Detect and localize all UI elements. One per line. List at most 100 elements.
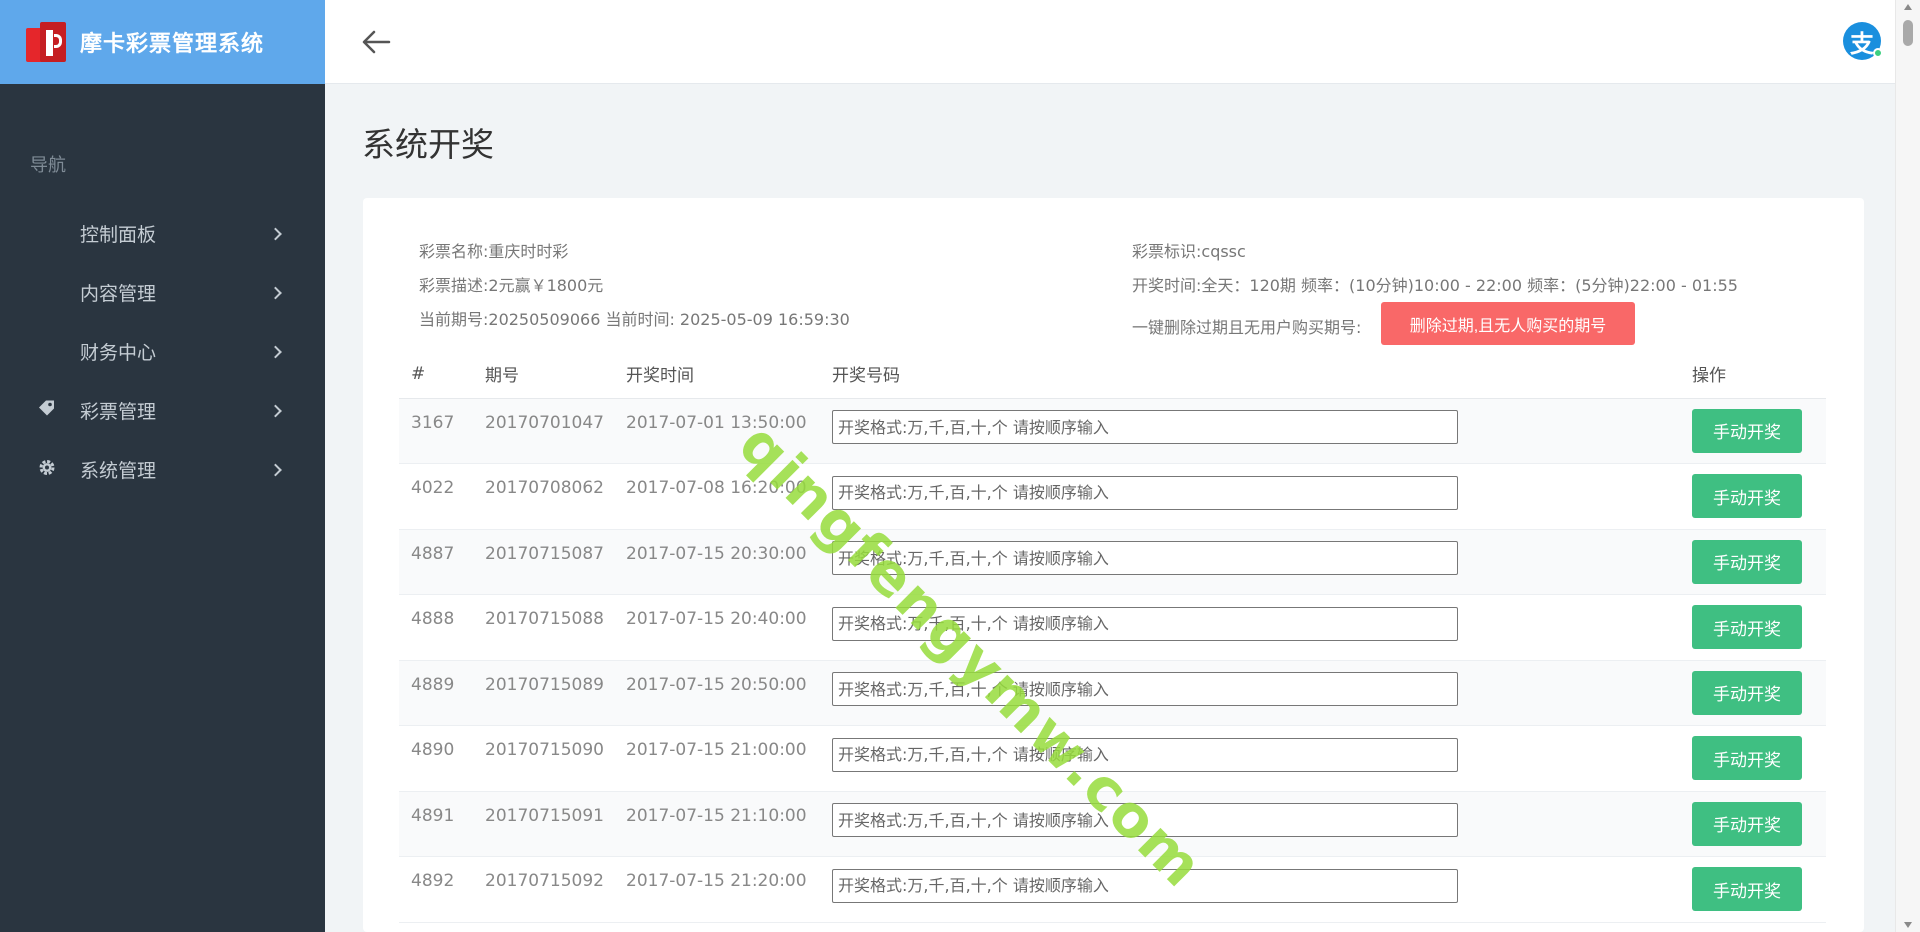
- row-id: 3167: [399, 398, 473, 464]
- row-id: 4891: [399, 791, 473, 857]
- sidebar-item-dashboard[interactable]: 控制面板: [0, 204, 325, 263]
- lottery-desc: 彩票描述:2元赢￥1800元: [419, 276, 604, 295]
- chevron-right-icon: [269, 345, 282, 358]
- vertical-scrollbar[interactable]: [1895, 0, 1920, 932]
- brand-bar[interactable]: 摩卡彩票管理系统: [0, 0, 325, 84]
- sidebar-item-finance[interactable]: 财务中心: [0, 322, 325, 381]
- draw-number-input[interactable]: [832, 475, 1458, 510]
- row-time: 2017-07-15 20:50:00: [614, 660, 820, 726]
- nav-header: 导航: [30, 155, 66, 176]
- delete-hint: 一键删除过期且无用户购买期号:: [1132, 318, 1362, 337]
- delete-expired-button[interactable]: 删除过期,且无人购买的期号: [1381, 302, 1635, 345]
- manual-draw-button[interactable]: 手动开奖: [1692, 474, 1802, 519]
- topbar: 支: [325, 0, 1895, 84]
- chevron-right-icon: [269, 286, 282, 299]
- table-header-row: # 期号 开奖时间 开奖号码 操作: [399, 350, 1826, 399]
- row-op-cell: 手动开奖: [1680, 725, 1826, 792]
- row-op-cell: 手动开奖: [1680, 594, 1826, 661]
- table-row: 4022201707080622017-07-08 16:20:00 手动开奖: [399, 463, 1826, 530]
- row-time: 2017-07-15 21:10:00: [614, 791, 820, 857]
- row-id: 4890: [399, 725, 473, 792]
- sidebar-item-label: 财务中心: [80, 342, 157, 364]
- sidebar-item-system[interactable]: 系统管理: [0, 440, 325, 499]
- logo-icon: [26, 22, 66, 62]
- table-row: 4892201707150922017-07-15 21:20:00 手动开奖: [399, 856, 1826, 923]
- lottery-name: 彩票名称:重庆时时彩: [419, 242, 569, 261]
- row-op-cell: 手动开奖: [1680, 660, 1826, 726]
- row-issue: 20170715090: [473, 725, 614, 792]
- row-op-cell: 手动开奖: [1680, 463, 1826, 530]
- row-op-cell: 手动开奖: [1680, 529, 1826, 595]
- sidebar-item-label: 控制面板: [80, 224, 157, 246]
- chevron-right-icon: [269, 463, 282, 476]
- row-id: 4889: [399, 660, 473, 726]
- avatar[interactable]: 支: [1843, 22, 1883, 60]
- table-row: 4890201707150902017-07-15 21:00:00 手动开奖: [399, 725, 1826, 792]
- row-time: 2017-07-01 13:50:00: [614, 398, 820, 464]
- scroll-up-icon[interactable]: [1904, 4, 1912, 10]
- row-op-cell: 手动开奖: [1680, 856, 1826, 923]
- sidebar-item-label: 内容管理: [80, 283, 157, 305]
- draw-number-input[interactable]: [832, 541, 1458, 575]
- sidebar-item-lottery[interactable]: 彩票管理: [0, 381, 325, 440]
- manual-draw-button[interactable]: 手动开奖: [1692, 605, 1802, 650]
- manual-draw-button[interactable]: 手动开奖: [1692, 670, 1802, 715]
- draw-table: # 期号 开奖时间 开奖号码 操作 3167 20170701047 2017-07…: [399, 350, 1826, 923]
- gear-icon: [37, 457, 57, 482]
- draw-number-input[interactable]: [832, 803, 1458, 837]
- row-code-cell: [820, 594, 1680, 661]
- table-row: 4887201707150872017-07-15 20:30:00 手动开奖: [399, 529, 1826, 595]
- row-issue: 20170715091: [473, 791, 614, 857]
- row-id: 4888: [399, 594, 473, 661]
- col-issue: 期号: [473, 350, 614, 399]
- row-id: 4892: [399, 856, 473, 923]
- row-issue: 20170715088: [473, 594, 614, 661]
- row-code-cell: [820, 791, 1680, 857]
- draw-number-input[interactable]: [832, 868, 1458, 903]
- row-code-cell: [820, 725, 1680, 792]
- manual-draw-button[interactable]: 手动开奖: [1692, 539, 1802, 584]
- row-time: 2017-07-15 20:30:00: [614, 529, 820, 595]
- draw-number-input[interactable]: [832, 672, 1458, 706]
- lottery-id: 彩票标识:cqssc: [1132, 242, 1246, 261]
- table-row: 4888201707150882017-07-15 20:40:00 手动开奖: [399, 594, 1826, 661]
- row-id: 4887: [399, 529, 473, 595]
- draw-number-input[interactable]: [832, 606, 1458, 641]
- table-row: 4891201707150912017-07-15 21:10:00 手动开奖: [399, 791, 1826, 857]
- current-issue-time: 当前期号:20250509066 当前时间: 2025-05-09 16:59:…: [419, 310, 850, 329]
- chevron-right-icon: [269, 227, 282, 240]
- draw-number-input[interactable]: [832, 410, 1458, 444]
- scrollbar-thumb[interactable]: [1903, 20, 1913, 46]
- brand-title: 摩卡彩票管理系统: [80, 32, 265, 57]
- row-op-cell: 手动开奖: [1680, 398, 1826, 464]
- row-code-cell: [820, 398, 1680, 464]
- col-time: 开奖时间: [614, 350, 820, 399]
- row-code-cell: [820, 529, 1680, 595]
- sidebar: 摩卡彩票管理系统 导航 控制面板 内容管理 财务中心 彩票管理 系统管理: [0, 0, 325, 932]
- manual-draw-button[interactable]: 手动开奖: [1692, 867, 1802, 912]
- row-time: 2017-07-08 16:20:00: [614, 463, 820, 530]
- draw-number-input[interactable]: [832, 737, 1458, 772]
- row-time: 2017-07-15 20:40:00: [614, 594, 820, 661]
- row-issue: 20170715092: [473, 856, 614, 923]
- alipay-icon: 支: [1850, 29, 1874, 58]
- row-code-cell: [820, 463, 1680, 530]
- scroll-down-icon[interactable]: [1904, 922, 1912, 928]
- manual-draw-button[interactable]: 手动开奖: [1692, 736, 1802, 781]
- manual-draw-button[interactable]: 手动开奖: [1692, 801, 1802, 846]
- col-id: #: [399, 350, 473, 399]
- row-op-cell: 手动开奖: [1680, 791, 1826, 857]
- row-issue: 20170715087: [473, 529, 614, 595]
- row-time: 2017-07-15 21:00:00: [614, 725, 820, 792]
- table-row: 4889201707150892017-07-15 20:50:00 手动开奖: [399, 660, 1826, 726]
- page-title: 系统开奖: [362, 125, 494, 164]
- back-arrow-icon[interactable]: [361, 28, 391, 56]
- row-code-cell: [820, 856, 1680, 923]
- sidebar-item-content[interactable]: 内容管理: [0, 263, 325, 322]
- online-status-dot: [1873, 48, 1883, 58]
- manual-draw-button[interactable]: 手动开奖: [1692, 408, 1802, 453]
- lottery-draw-card: 彩票名称:重庆时时彩 彩票描述:2元赢￥1800元 当前期号:202505090…: [363, 198, 1864, 932]
- row-id: 4022: [399, 463, 473, 530]
- row-issue: 20170708062: [473, 463, 614, 530]
- tag-icon: [37, 398, 57, 423]
